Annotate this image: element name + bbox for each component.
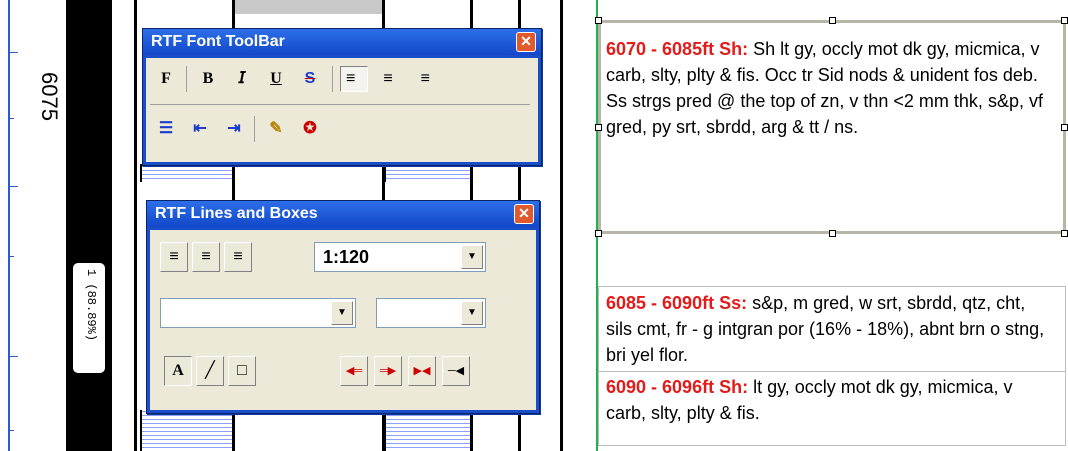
description-range: 6070 - 6085ft Sh: <box>606 39 749 59</box>
divider <box>598 371 1066 372</box>
arrow-left-icon[interactable]: ◀═ <box>340 356 368 386</box>
track-header <box>232 0 382 14</box>
align-right-button[interactable]: ≡ <box>408 66 436 92</box>
outdent-button[interactable]: ⇤ <box>186 116 214 142</box>
text-box-button[interactable]: A <box>164 356 192 386</box>
resize-handle[interactable] <box>595 124 602 131</box>
depth-ruler <box>0 0 64 451</box>
lines-boxes-titlebar[interactable]: RTF Lines and Boxes ✕ <box>147 201 539 227</box>
font-button[interactable]: F <box>152 66 180 92</box>
font-toolbar-window[interactable]: RTF Font ToolBar ✕ F B 𝘐 U S ≡ ≡ ≡ ☰ ⇤ ⇥… <box>142 28 542 166</box>
scale-select[interactable]: 1:120 ▼ <box>314 242 486 272</box>
ruler-tick <box>8 356 18 357</box>
align-left-button[interactable]: ≡ <box>160 242 188 272</box>
scale-value: 1:120 <box>323 247 370 267</box>
description-block[interactable]: 6090 - 6096ft Sh: lt gy, occly mot dk gy… <box>606 374 1046 426</box>
depth-label: 6075 <box>37 72 62 121</box>
description-range: 6085 - 6090ft Ss: <box>606 293 748 313</box>
font-toolbar-titlebar[interactable]: RTF Font ToolBar ✕ <box>143 29 541 55</box>
porosity-fill <box>384 410 472 451</box>
align-left-button[interactable]: ≡ <box>340 66 368 92</box>
chevron-down-icon[interactable]: ▼ <box>461 301 483 325</box>
line-width-select[interactable]: ▼ <box>376 298 486 328</box>
description-block[interactable]: 6085 - 6090ft Ss: s&p, m gred, w srt, sb… <box>606 290 1046 370</box>
track-line <box>134 0 137 451</box>
italic-button[interactable]: 𝘐 <box>228 66 256 92</box>
resize-handle[interactable] <box>1061 17 1068 24</box>
arrow-end-icon[interactable]: ─◀ <box>442 356 470 386</box>
align-center-button[interactable]: ≡ <box>374 66 402 92</box>
lines-boxes-title: RTF Lines and Boxes <box>155 205 318 222</box>
resize-handle[interactable] <box>829 230 836 237</box>
percent-tag: 1 (88.89%) <box>72 262 106 374</box>
resize-handle[interactable] <box>595 230 602 237</box>
porosity-fill <box>384 164 472 182</box>
ruler-tick <box>8 430 14 431</box>
percent-tag-text: 1 (88.89%) <box>84 269 98 342</box>
align-center-button[interactable]: ≡ <box>192 242 220 272</box>
separator <box>332 66 333 92</box>
ruler-tick <box>8 256 14 257</box>
track-line <box>560 0 563 451</box>
separator <box>150 104 530 105</box>
arrow-right-icon[interactable]: ═▶ <box>374 356 402 386</box>
bold-button[interactable]: B <box>194 66 222 92</box>
chevron-down-icon[interactable]: ▼ <box>461 245 483 269</box>
description-block[interactable]: 6070 - 6085ft Sh: Sh lt gy, occly mot dk… <box>606 36 1046 140</box>
arrow-both-icon[interactable]: ▶◀ <box>408 356 436 386</box>
ruler-tick <box>8 52 18 53</box>
ruler-line <box>8 0 10 451</box>
lithology-column <box>66 0 112 451</box>
line-style-select[interactable]: ▼ <box>160 298 356 328</box>
resize-handle[interactable] <box>1061 124 1068 131</box>
align-right-button[interactable]: ≡ <box>224 242 252 272</box>
highlight-button[interactable]: ✪ <box>296 116 324 142</box>
porosity-fill <box>140 410 234 451</box>
font-toolbar-title: RTF Font ToolBar <box>151 33 285 50</box>
ruler-tick <box>8 186 18 187</box>
lines-boxes-window[interactable]: RTF Lines and Boxes ✕ ≡ ≡ ≡ 1:120 ▼ ▼ ▼ … <box>146 200 540 414</box>
strikethrough-button[interactable]: S <box>296 66 324 92</box>
resize-handle[interactable] <box>1061 230 1068 237</box>
font-color-button[interactable]: ✎ <box>262 116 290 142</box>
indent-button[interactable]: ⇥ <box>220 116 248 142</box>
chevron-down-icon[interactable]: ▼ <box>331 301 353 325</box>
close-icon[interactable]: ✕ <box>516 32 536 52</box>
resize-handle[interactable] <box>829 17 836 24</box>
bullet-list-button[interactable]: ☰ <box>152 116 180 142</box>
draw-box-button[interactable]: □ <box>228 356 256 386</box>
separator <box>254 116 255 142</box>
close-icon[interactable]: ✕ <box>514 204 534 224</box>
description-range: 6090 - 6096ft Sh: <box>606 377 749 397</box>
porosity-fill <box>140 164 234 182</box>
separator <box>186 66 187 92</box>
resize-handle[interactable] <box>595 17 602 24</box>
draw-line-button[interactable]: ╱ <box>196 356 224 386</box>
ruler-tick <box>8 118 14 119</box>
underline-button[interactable]: U <box>262 66 290 92</box>
